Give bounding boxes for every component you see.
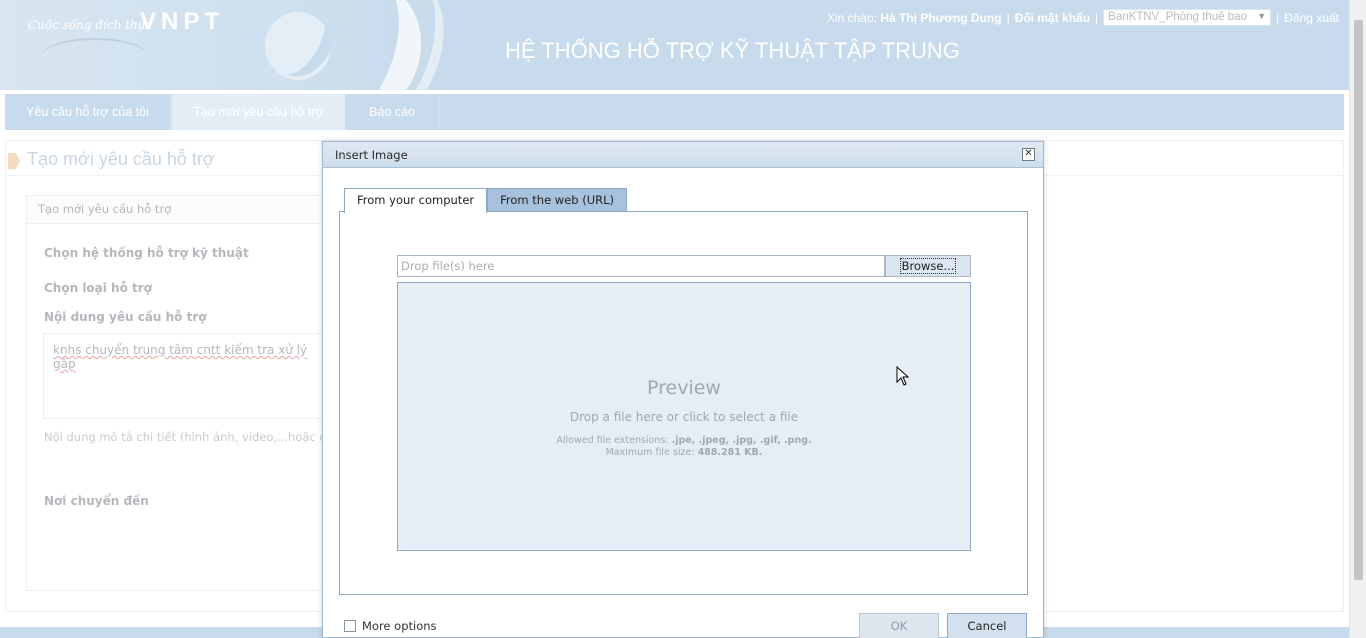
dialog-panel: Drop file(s) here Browse... Preview Drop…: [339, 211, 1028, 595]
tab-from-computer[interactable]: From your computer: [344, 188, 488, 213]
ok-button[interactable]: OK: [859, 613, 939, 638]
close-icon[interactable]: ✕: [1022, 148, 1035, 161]
more-options[interactable]: More options: [344, 619, 437, 633]
dialog-title: Insert Image: [335, 148, 408, 162]
browse-button[interactable]: Browse...: [885, 255, 971, 277]
more-options-label: More options: [362, 619, 437, 633]
preview-drop-area[interactable]: Preview Drop a file here or click to sel…: [397, 282, 971, 551]
browse-label: Browse...: [899, 258, 957, 274]
tab-from-web[interactable]: From the web (URL): [487, 188, 628, 212]
cancel-button[interactable]: Cancel: [947, 613, 1027, 638]
dialog-tabs: From your computer From the web (URL): [344, 188, 628, 213]
dialog-titlebar[interactable]: Insert Image: [323, 142, 1043, 168]
preview-title: Preview: [647, 377, 721, 399]
allowed-extensions-value: .jpe, .jpeg, .jpg, .gif, .png.: [671, 435, 812, 446]
allowed-label: Allowed file extensions:: [556, 435, 669, 446]
max-size-label: Maximum file size:: [605, 447, 695, 458]
scrollbar-thumb[interactable]: [1354, 20, 1363, 580]
page-scrollbar[interactable]: [1349, 0, 1366, 638]
preview-subtitle: Drop a file here or click to select a fi…: [569, 410, 799, 424]
drop-files-input[interactable]: Drop file(s) here: [397, 255, 885, 277]
insert-image-dialog: Insert Image ✕ From your computer From t…: [322, 141, 1044, 638]
more-options-checkbox[interactable]: [344, 620, 356, 632]
allowed-extensions: Allowed file extensions: .jpe, .jpeg, .j…: [398, 435, 970, 446]
mouse-pointer-icon: [896, 366, 910, 386]
max-file-size: Maximum file size: 488.281 KB.: [398, 447, 970, 458]
max-size-value: 488.281 KB.: [697, 447, 763, 458]
